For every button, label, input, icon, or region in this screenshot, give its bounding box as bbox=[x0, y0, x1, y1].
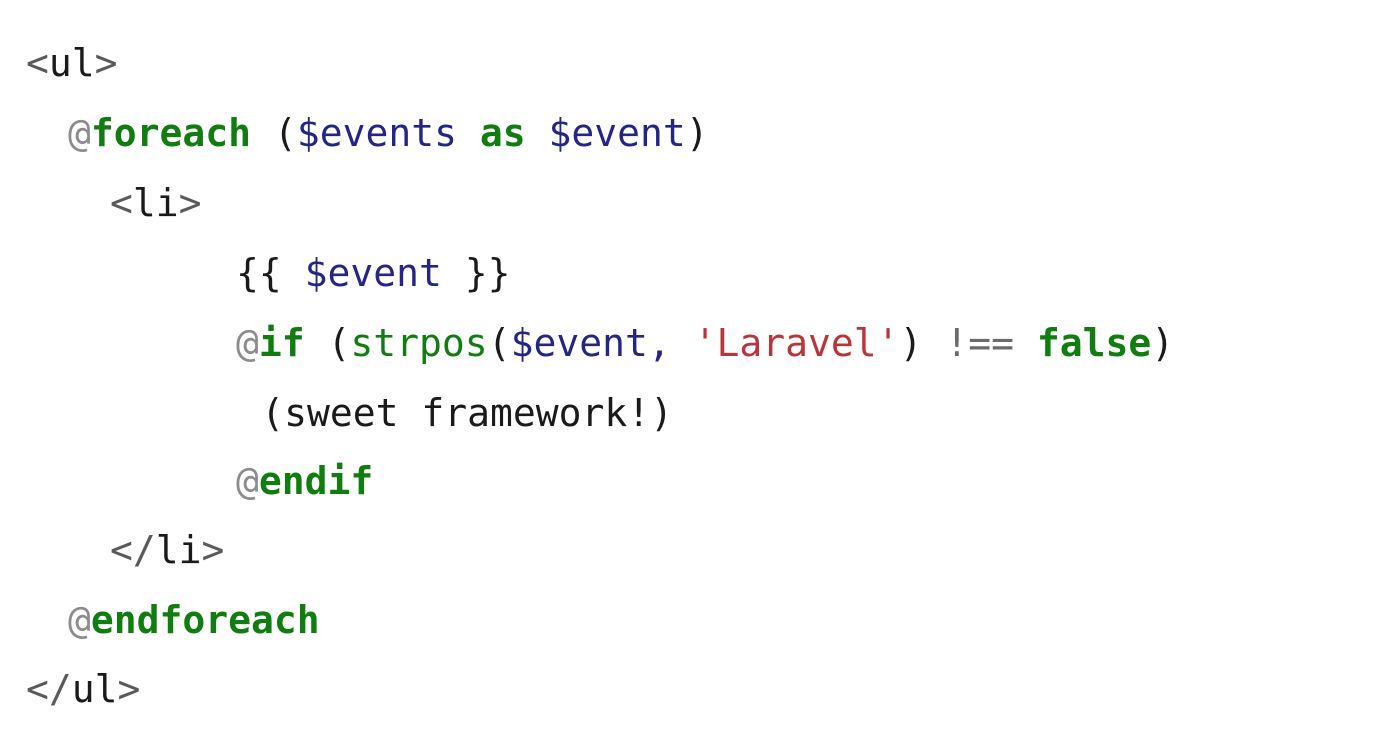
code-token: / bbox=[132, 528, 156, 572]
code-token: if bbox=[258, 321, 305, 365]
code-token: $events bbox=[296, 111, 457, 155]
code-line: <li> bbox=[110, 180, 202, 226]
code-token: $event bbox=[304, 251, 442, 295]
code-token: < bbox=[26, 41, 49, 85]
code-token: $event bbox=[548, 111, 686, 155]
code-token: ) bbox=[685, 111, 709, 155]
code-token: ) bbox=[1151, 321, 1175, 365]
code-token: endforeach bbox=[90, 598, 320, 642]
code-token: }} bbox=[441, 251, 511, 295]
code-token: ( bbox=[251, 111, 297, 155]
code-token: @ bbox=[68, 111, 91, 155]
code-token: @ bbox=[68, 598, 91, 642]
code-token: < bbox=[110, 181, 133, 225]
code-token: ul bbox=[48, 41, 95, 85]
code-token: ) bbox=[899, 321, 923, 365]
code-line: </ul> bbox=[26, 666, 140, 712]
code-line: (sweet framework!) bbox=[261, 390, 673, 436]
code-token: 'Laravel' bbox=[693, 321, 900, 365]
code-line: @foreach ($events as $event) bbox=[68, 110, 709, 156]
code-token: as bbox=[479, 111, 526, 155]
code-token: < bbox=[26, 667, 49, 711]
code-token: foreach bbox=[90, 111, 252, 155]
code-token: ( bbox=[487, 321, 511, 365]
code-token: ul bbox=[71, 667, 118, 711]
code-token: {{ bbox=[236, 251, 305, 295]
code-line: @endforeach bbox=[68, 597, 320, 643]
code-token: li bbox=[132, 181, 179, 225]
code-token: @ bbox=[236, 459, 259, 503]
code-token: , bbox=[647, 321, 694, 365]
code-token: li bbox=[155, 528, 202, 572]
code-token: strpos bbox=[350, 321, 488, 365]
code-token: (sweet framework!) bbox=[261, 391, 673, 435]
code-token: < bbox=[110, 528, 133, 572]
code-token: $event bbox=[510, 321, 648, 365]
code-token: > bbox=[201, 528, 225, 572]
code-line: @endif bbox=[236, 458, 373, 504]
code-line: {{ $event }} bbox=[236, 250, 511, 296]
code-token: @ bbox=[236, 321, 259, 365]
code-token: > bbox=[117, 667, 141, 711]
code-token: !== bbox=[945, 321, 1014, 365]
code-token: > bbox=[178, 181, 202, 225]
code-snippet-block: <ul> @foreach ($events as $event) <li>{{ $… bbox=[0, 0, 1400, 734]
code-token: ( bbox=[304, 321, 351, 365]
code-token: > bbox=[94, 41, 118, 85]
code-line: <ul> bbox=[26, 40, 118, 86]
code-token: / bbox=[48, 667, 72, 711]
code-token: false bbox=[1036, 321, 1152, 365]
code-line: @if (strpos($event, 'Laravel') !== false… bbox=[236, 320, 1174, 366]
code-line: </li> bbox=[110, 527, 224, 573]
code-token: endif bbox=[258, 459, 374, 503]
